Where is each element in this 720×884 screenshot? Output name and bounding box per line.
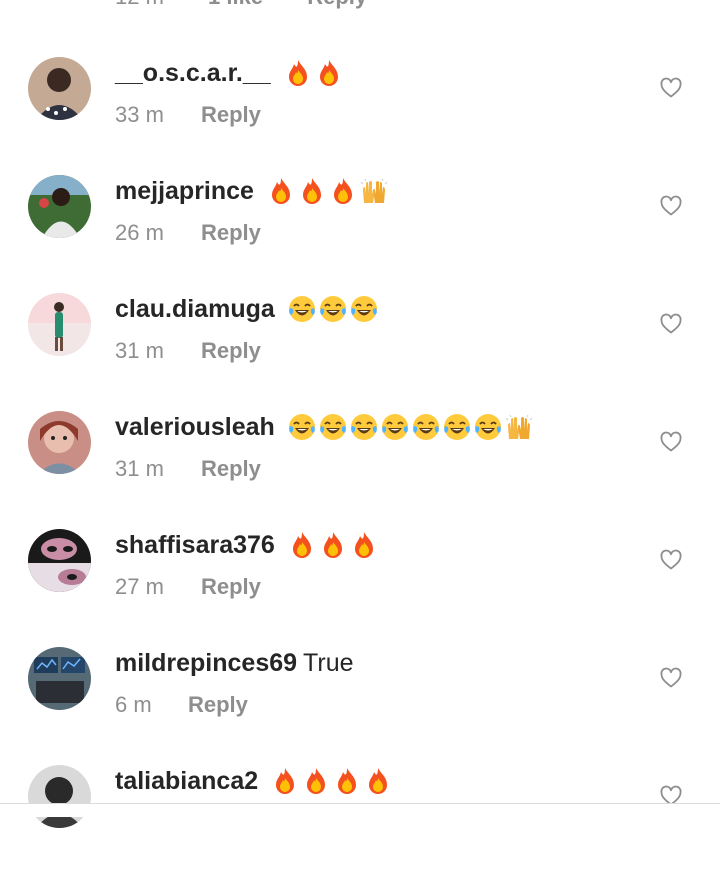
heart-icon[interactable]: [659, 548, 683, 572]
comment-emojis: [281, 413, 535, 441]
user-avatar[interactable]: [28, 647, 91, 710]
tears-of-joy-emoji-icon: [442, 412, 472, 442]
fire-emoji-icon: [363, 766, 393, 796]
comment-item: clau.diamuga 31 m Reply: [0, 293, 720, 412]
tears-of-joy-emoji-icon: [411, 412, 441, 442]
heart-icon[interactable]: [659, 430, 683, 454]
reply-button[interactable]: Reply: [201, 338, 261, 363]
comment-emojis: [260, 177, 390, 205]
tears-of-joy-emoji-icon: [349, 412, 379, 442]
comment-time: 6 m: [115, 692, 152, 717]
fire-emoji-icon: [283, 58, 313, 88]
reply-button[interactable]: Reply: [307, 0, 367, 9]
comment-item: shaffisara376 27 m Reply: [0, 529, 720, 648]
comment-username[interactable]: shaffisara376: [115, 531, 275, 559]
user-avatar[interactable]: [28, 175, 91, 238]
reply-button[interactable]: Reply: [201, 574, 261, 599]
fire-emoji-icon: [287, 530, 317, 560]
fire-emoji-icon: [270, 766, 300, 796]
comment-username[interactable]: valeriousleah: [115, 413, 275, 441]
comment-time: 31 m: [115, 456, 164, 481]
comment-emojis: [277, 59, 345, 87]
comment-item: valeriousleah 31 m Reply: [0, 411, 720, 530]
comment-item: taliabianca2: [0, 765, 720, 884]
fire-emoji-icon: [328, 176, 358, 206]
comment-emojis: [281, 531, 380, 559]
comment-emojis: [264, 767, 394, 795]
tears-of-joy-emoji-icon: [380, 412, 410, 442]
fire-emoji-icon: [318, 530, 348, 560]
comment-time: 31 m: [115, 338, 164, 363]
comment-username[interactable]: taliabianca2: [115, 767, 258, 795]
user-avatar[interactable]: [28, 57, 91, 120]
comment-username[interactable]: mejjaprince: [115, 177, 254, 205]
reply-button[interactable]: Reply: [201, 456, 261, 481]
bottom-bar: [0, 804, 720, 817]
comment-username[interactable]: __o.s.c.a.r.__: [115, 59, 271, 87]
heart-icon[interactable]: [659, 76, 683, 100]
reply-button[interactable]: Reply: [201, 220, 261, 245]
user-avatar[interactable]: [28, 529, 91, 592]
user-avatar[interactable]: [28, 293, 91, 356]
reply-button[interactable]: Reply: [188, 692, 248, 717]
heart-icon[interactable]: [659, 194, 683, 218]
fire-emoji-icon: [349, 530, 379, 560]
tears-of-joy-emoji-icon: [318, 412, 348, 442]
user-avatar[interactable]: [28, 765, 91, 828]
like-count[interactable]: 1 like: [208, 0, 263, 9]
comment-emojis: [281, 295, 380, 323]
fire-emoji-icon: [301, 766, 331, 796]
comment-item: mildrepinces69 True 6 m Reply: [0, 647, 720, 766]
comment-text: True: [303, 649, 354, 677]
tears-of-joy-emoji-icon: [473, 412, 503, 442]
raised-hands-emoji-icon: [504, 412, 534, 442]
comment-time: 27 m: [115, 574, 164, 599]
heart-icon[interactable]: [659, 666, 683, 690]
raised-hands-emoji-icon: [359, 176, 389, 206]
partial-previous-comment-meta: 12 m 1 like Reply: [115, 0, 405, 9]
heart-icon[interactable]: [659, 312, 683, 336]
fire-emoji-icon: [297, 176, 327, 206]
tears-of-joy-emoji-icon: [287, 294, 317, 324]
comment-username[interactable]: mildrepinces69: [115, 649, 297, 677]
reply-button[interactable]: Reply: [201, 102, 261, 127]
comment-time: 26 m: [115, 220, 164, 245]
comment-username[interactable]: clau.diamuga: [115, 295, 275, 323]
comment-item: mejjaprince 26 m Reply: [0, 175, 720, 294]
fire-emoji-icon: [314, 58, 344, 88]
user-avatar[interactable]: [28, 411, 91, 474]
tears-of-joy-emoji-icon: [318, 294, 348, 324]
comment-time: 12 m: [115, 0, 164, 9]
comment-item: __o.s.c.a.r.__ 33 m Reply: [0, 57, 720, 176]
tears-of-joy-emoji-icon: [287, 412, 317, 442]
comment-time: 33 m: [115, 102, 164, 127]
fire-emoji-icon: [332, 766, 362, 796]
fire-emoji-icon: [266, 176, 296, 206]
tears-of-joy-emoji-icon: [349, 294, 379, 324]
